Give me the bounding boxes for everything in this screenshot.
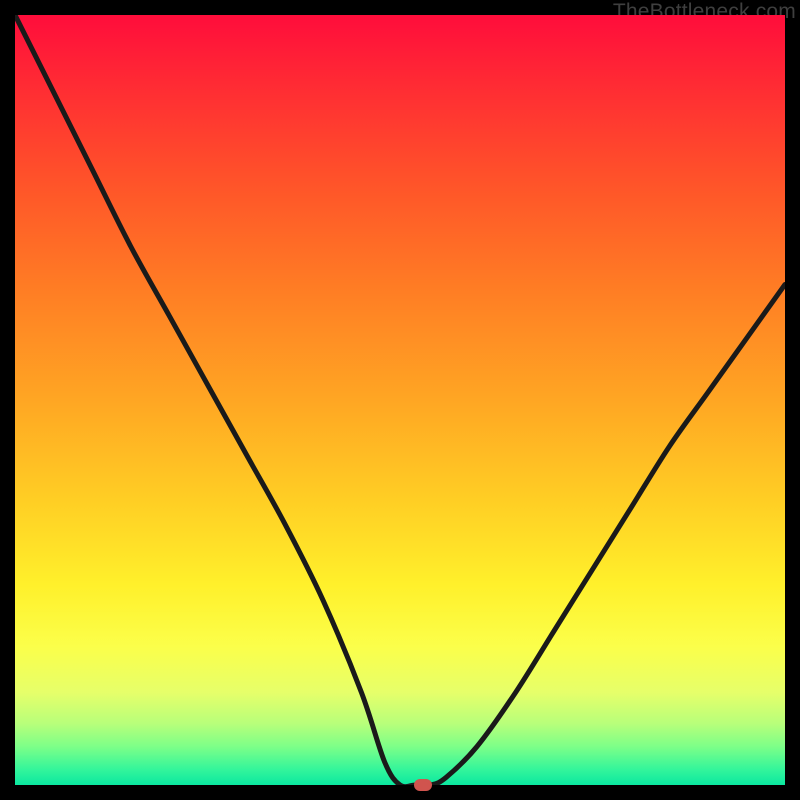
chart-frame: TheBottleneck.com xyxy=(0,0,800,800)
plot-area xyxy=(15,15,785,785)
bottleneck-curve xyxy=(15,15,785,785)
curve-svg xyxy=(15,15,785,785)
optimum-marker xyxy=(414,779,432,791)
